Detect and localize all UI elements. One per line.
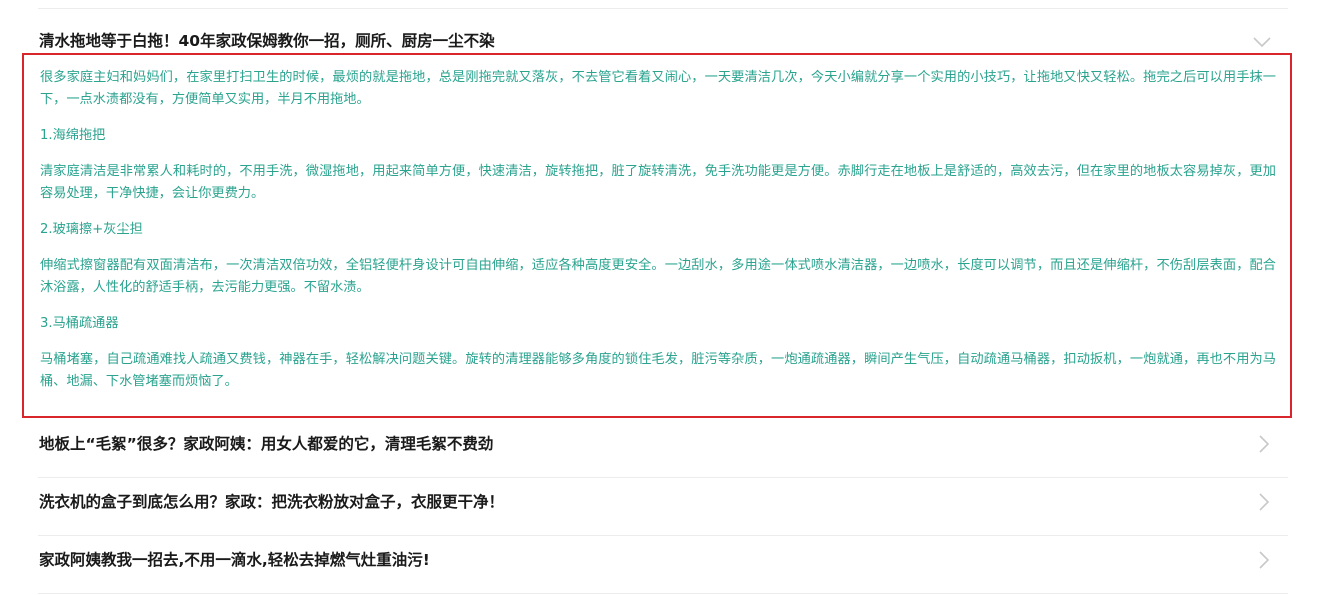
content-paragraph: 伸缩式擦窗器配有双面清洁布，一次清洁双倍功效，全铝轻便杆身设计可自由伸缩，适应各… bbox=[40, 258, 1276, 295]
chevron-down-icon[interactable] bbox=[1252, 36, 1272, 48]
article-title: 洗衣机的盒子到底怎么用？家政：把洗衣粉放对盒子，衣服更干净！ bbox=[39, 493, 505, 511]
article-content-box: 很多家庭主妇和妈妈们，在家里打扫卫生的时候，最烦的就是拖地，总是刚拖完就又落灰，… bbox=[22, 53, 1292, 418]
article-title: 家政阿姨教我一招去,不用一滴水,轻松去掉燃气灶重油污! bbox=[39, 551, 430, 569]
chevron-right-icon bbox=[1259, 493, 1270, 511]
content-heading: 1.海绵拖把 bbox=[40, 128, 106, 143]
divider bbox=[38, 8, 1288, 9]
list-item[interactable]: 地板上“毛絮”很多？家政阿姨：用女人都爱的它，清理毛絮不费劲 bbox=[38, 420, 1288, 478]
expanded-article-title[interactable]: 清水拖地等于白拖！40年家政保姆教你一招，厕所、厨房一尘不染 bbox=[39, 29, 495, 51]
chevron-right-icon bbox=[1259, 551, 1270, 569]
content-paragraph: 很多家庭主妇和妈妈们，在家里打扫卫生的时候，最烦的就是拖地，总是刚拖完就又落灰，… bbox=[40, 70, 1276, 107]
content-paragraph: 马桶堵塞，自己疏通难找人疏通又费钱，神器在手，轻松解决问题关键。旋转的清理器能够… bbox=[40, 352, 1276, 389]
content-heading: 2.玻璃擦+灰尘担 bbox=[40, 222, 143, 237]
chevron-right-icon bbox=[1259, 435, 1270, 453]
content-heading: 3.马桶疏通器 bbox=[40, 316, 119, 331]
list-item[interactable]: 洗衣机的盒子到底怎么用？家政：把洗衣粉放对盒子，衣服更干净！ bbox=[38, 478, 1288, 536]
article-list-page: 清水拖地等于白拖！40年家政保姆教你一招，厕所、厨房一尘不染 很多家庭主妇和妈妈… bbox=[0, 0, 1339, 595]
scrollbar[interactable] bbox=[1319, 0, 1339, 595]
article-title: 地板上“毛絮”很多？家政阿姨：用女人都爱的它，清理毛絮不费劲 bbox=[39, 435, 494, 453]
content-paragraph: 清家庭清洁是非常累人和耗时的，不用手洗，微湿拖地，用起来简单方便，快速清洁，旋转… bbox=[40, 164, 1276, 201]
article-content: 很多家庭主妇和妈妈们，在家里打扫卫生的时候，最烦的就是拖地，总是刚拖完就又落灰，… bbox=[40, 67, 1276, 407]
list-item[interactable]: 家政阿姨教我一招去,不用一滴水,轻松去掉燃气灶重油污! bbox=[38, 536, 1288, 594]
